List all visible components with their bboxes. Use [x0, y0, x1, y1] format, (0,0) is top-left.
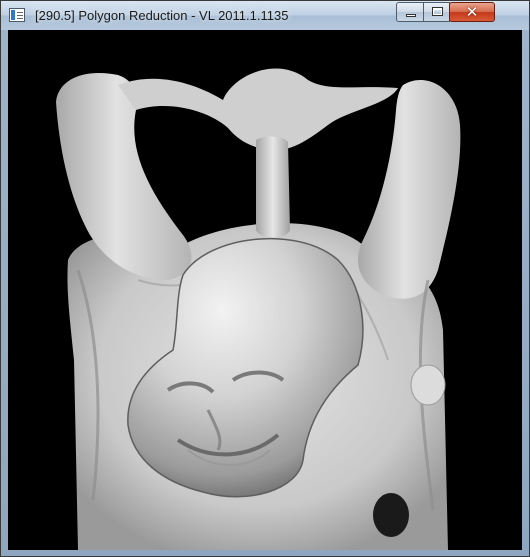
app-window: [290.5] Polygon Reduction - VL 2011.1.11…	[0, 0, 530, 557]
center-post-shape	[256, 136, 290, 238]
maximize-button[interactable]	[423, 2, 450, 22]
maximize-icon	[432, 7, 443, 16]
bowl-shape	[118, 68, 398, 150]
right-arm-shape	[358, 79, 461, 299]
robe-hole-shape	[373, 493, 409, 537]
render-viewport[interactable]	[8, 30, 522, 550]
close-button[interactable]: ✕	[449, 2, 495, 22]
close-icon: ✕	[465, 3, 479, 21]
minimize-button[interactable]	[396, 2, 424, 22]
title-bar[interactable]: [290.5] Polygon Reduction - VL 2011.1.11…	[1, 1, 529, 30]
hanging-ornament-shape	[410, 364, 446, 406]
app-icon[interactable]	[9, 8, 25, 22]
minimize-icon	[406, 14, 416, 17]
window-title: [290.5] Polygon Reduction - VL 2011.1.11…	[35, 8, 289, 23]
buddha-model-render	[56, 68, 461, 550]
